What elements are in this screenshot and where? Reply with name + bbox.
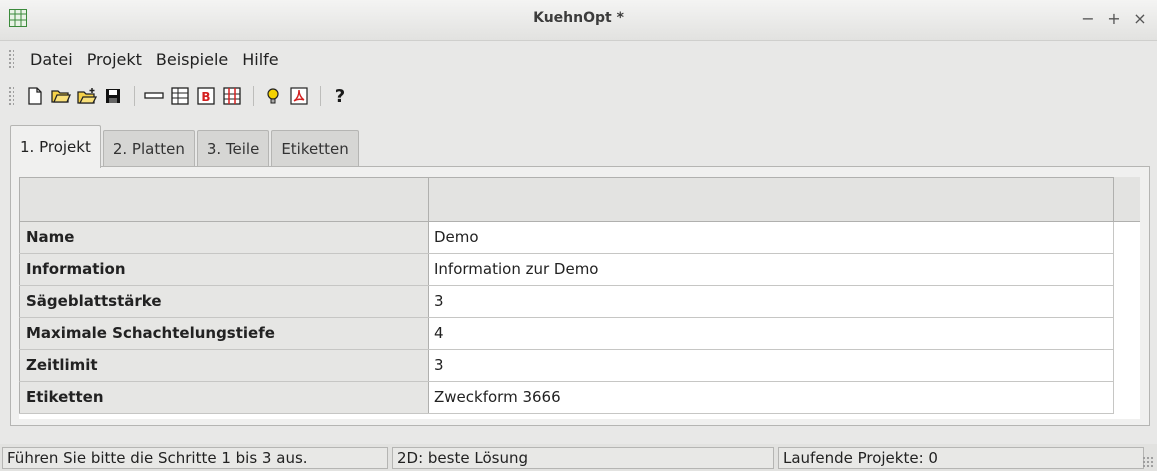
toolbar-separator [253, 86, 254, 106]
tab-etiketten[interactable]: Etiketten [271, 130, 359, 167]
status-hint: Führen Sie bitte die Schritte 1 bis 3 au… [2, 447, 388, 469]
resize-grip-icon[interactable] [1142, 456, 1154, 468]
table-row[interactable]: Sägeblattstärke 3 [19, 286, 1114, 318]
help-icon[interactable]: ? [329, 85, 351, 107]
red-b-icon[interactable]: B [195, 85, 217, 107]
table-icon[interactable] [169, 85, 191, 107]
table-row[interactable]: Information Information zur Demo [19, 254, 1114, 286]
menubar-grip-icon[interactable] [8, 49, 14, 69]
status-bar: Führen Sie bitte die Schritte 1 bis 3 au… [0, 444, 1157, 471]
table-row[interactable]: Etiketten Zweckform 3666 [19, 382, 1114, 414]
toolbar-grip-icon[interactable] [8, 86, 14, 106]
menu-projekt[interactable]: Projekt [81, 50, 150, 69]
menu-beispiele[interactable]: Beispiele [150, 50, 236, 69]
save-icon[interactable] [102, 85, 124, 107]
row-value[interactable]: 3 [429, 286, 1114, 317]
column-header-value[interactable] [429, 177, 1114, 221]
row-key: Sägeblattstärke [19, 286, 429, 317]
row-key: Information [19, 254, 429, 285]
row-value[interactable]: 4 [429, 318, 1114, 349]
close-button[interactable]: × [1133, 9, 1147, 28]
grid-layout-icon[interactable] [221, 85, 243, 107]
row-key: Maximale Schachtelungstiefe [19, 318, 429, 349]
tab-platten[interactable]: 2. Platten [102, 130, 195, 167]
table-row[interactable]: Maximale Schachtelungstiefe 4 [19, 318, 1114, 350]
toolbar: B ? [0, 80, 1157, 112]
row-value[interactable]: Information zur Demo [429, 254, 1114, 285]
tab-teile[interactable]: 3. Teile [196, 130, 270, 167]
pdf-icon[interactable] [288, 85, 310, 107]
maximize-button[interactable]: + [1107, 9, 1121, 28]
new-document-icon[interactable] [24, 85, 46, 107]
open-folder-icon[interactable] [50, 85, 72, 107]
menu-datei[interactable]: Datei [24, 50, 81, 69]
svg-text:B: B [201, 90, 210, 104]
row-value[interactable]: Demo [429, 222, 1114, 253]
toolbar-separator [134, 86, 135, 106]
row-key: Zeitlimit [19, 350, 429, 381]
row-key: Name [19, 222, 429, 253]
row-key: Etiketten [19, 382, 429, 413]
row-value[interactable]: 3 [429, 350, 1114, 381]
status-mode: 2D: beste Lösung [392, 447, 774, 469]
open-folder-add-icon[interactable] [76, 85, 98, 107]
tab-bar: 1. Projekt 2. Platten 3. Teile Etiketten [10, 122, 361, 168]
menu-hilfe[interactable]: Hilfe [236, 50, 286, 69]
tab-panel: Name Demo Information Information zur De… [10, 166, 1150, 426]
table-row[interactable]: Zeitlimit 3 [19, 350, 1114, 382]
toolbar-separator [320, 86, 321, 106]
table-header [19, 177, 1140, 222]
minimize-button[interactable]: − [1081, 9, 1095, 28]
tab-projekt[interactable]: 1. Projekt [10, 125, 101, 168]
properties-table: Name Demo Information Information zur De… [19, 177, 1140, 419]
lightbulb-icon[interactable] [262, 85, 284, 107]
menu-bar: Datei Projekt Beispiele Hilfe [0, 42, 1157, 76]
window-title: KuehnOpt * [533, 10, 624, 26]
table-row[interactable]: Name Demo [19, 222, 1114, 254]
remove-row-icon[interactable] [143, 85, 165, 107]
status-running-projects: Laufende Projekte: 0 [778, 447, 1144, 469]
row-value[interactable]: Zweckform 3666 [429, 382, 1114, 413]
title-bar: KuehnOpt * − + × [0, 0, 1157, 41]
column-header-key[interactable] [19, 177, 429, 221]
